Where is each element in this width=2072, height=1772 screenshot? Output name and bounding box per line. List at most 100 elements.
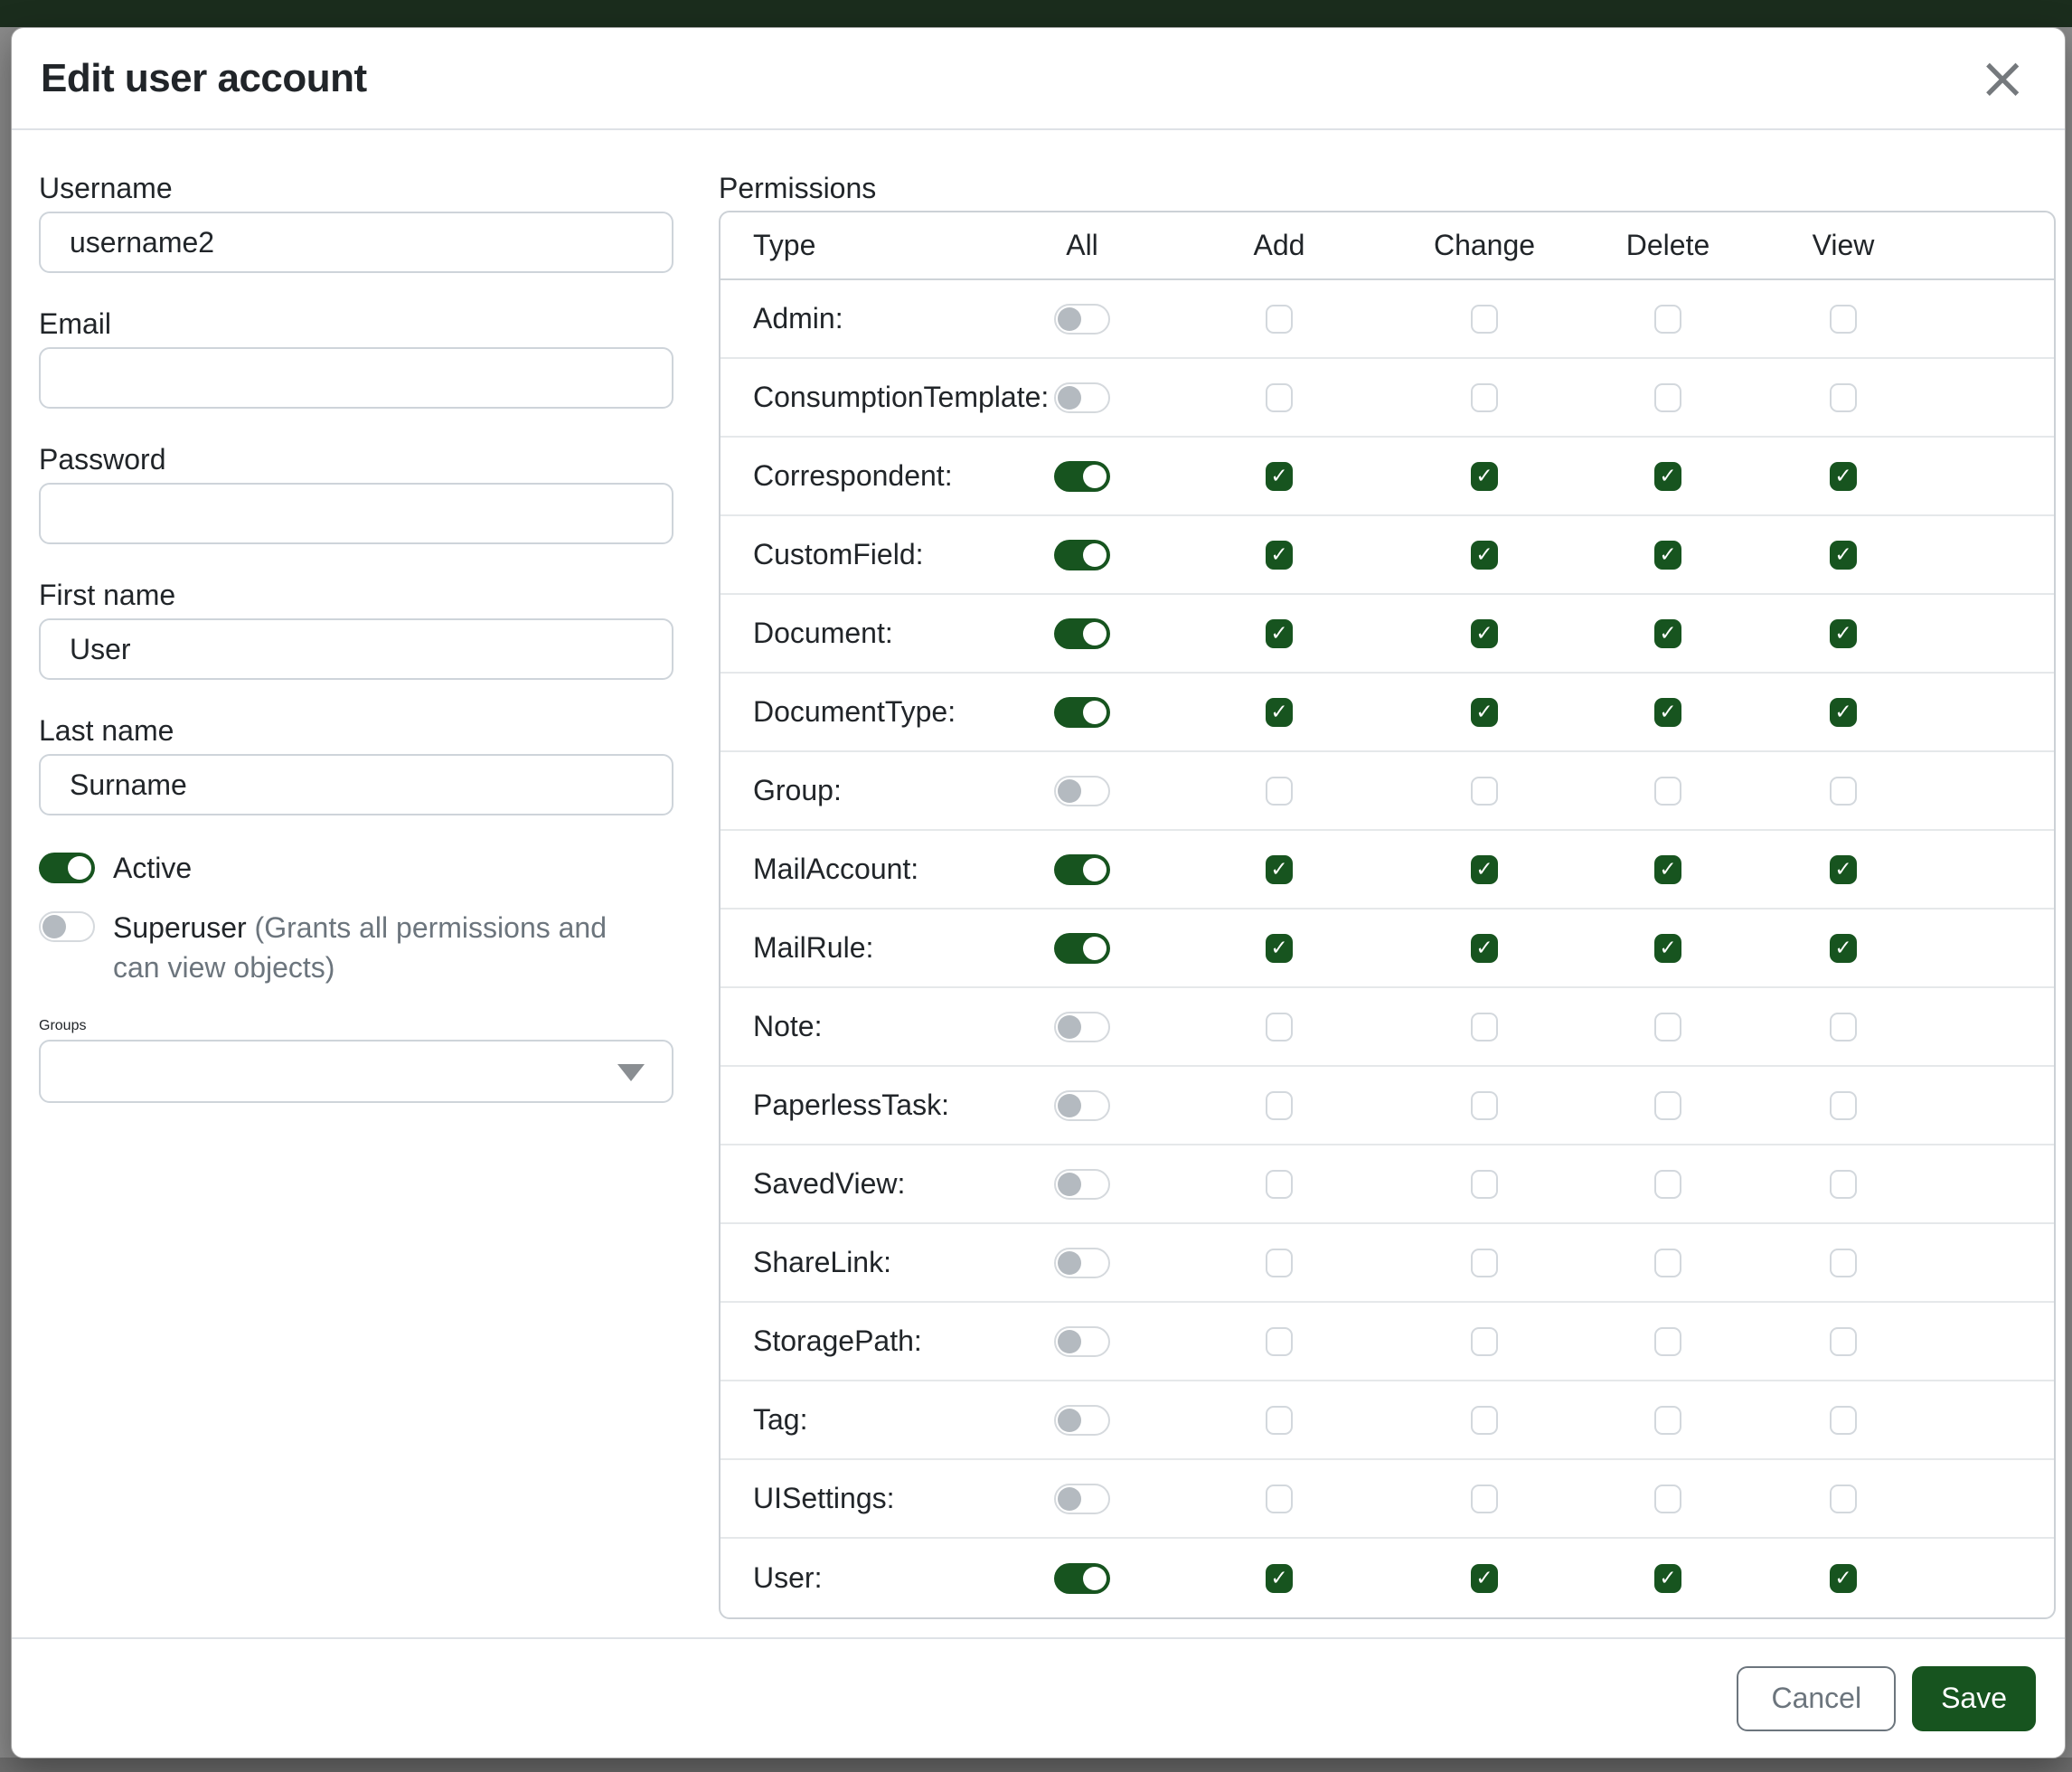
perm-delete-checkbox[interactable] — [1654, 1091, 1681, 1120]
perm-delete-checkbox[interactable] — [1654, 1170, 1681, 1199]
username-input[interactable] — [39, 212, 673, 273]
perm-view-checkbox[interactable] — [1830, 1485, 1857, 1513]
perm-change-checkbox[interactable] — [1471, 1091, 1498, 1120]
perm-change-checkbox[interactable]: ✓ — [1471, 698, 1498, 727]
perm-all-toggle[interactable] — [1054, 1012, 1110, 1042]
perm-delete-checkbox[interactable]: ✓ — [1654, 462, 1681, 491]
perm-view-checkbox[interactable] — [1830, 1249, 1857, 1277]
perm-view-checkbox[interactable]: ✓ — [1830, 541, 1857, 570]
perm-delete-checkbox[interactable] — [1654, 1485, 1681, 1513]
email-input[interactable] — [39, 347, 673, 409]
perm-delete-checkbox[interactable]: ✓ — [1654, 934, 1681, 963]
perm-add-checkbox[interactable] — [1266, 305, 1293, 334]
perm-add-checkbox[interactable] — [1266, 383, 1293, 412]
perm-add-checkbox[interactable]: ✓ — [1266, 541, 1293, 570]
perm-view-checkbox[interactable] — [1830, 1091, 1857, 1120]
perm-view-checkbox[interactable] — [1830, 777, 1857, 806]
perm-delete-checkbox[interactable]: ✓ — [1654, 619, 1681, 648]
perm-add-checkbox[interactable] — [1266, 1327, 1293, 1356]
perm-add-checkbox[interactable] — [1266, 1091, 1293, 1120]
perm-delete-checkbox[interactable]: ✓ — [1654, 1564, 1681, 1593]
perm-add-checkbox[interactable] — [1266, 1170, 1293, 1199]
perm-all-toggle[interactable] — [1054, 304, 1110, 335]
perm-delete-checkbox[interactable] — [1654, 1327, 1681, 1356]
password-input[interactable] — [39, 483, 673, 544]
perm-change-checkbox[interactable]: ✓ — [1471, 934, 1498, 963]
groups-select[interactable] — [39, 1040, 673, 1103]
cancel-button[interactable]: Cancel — [1737, 1666, 1896, 1731]
perm-change-checkbox[interactable] — [1471, 1249, 1498, 1277]
perm-add-checkbox[interactable] — [1266, 1249, 1293, 1277]
password-field-group: Password — [39, 441, 673, 544]
perm-view-checkbox[interactable]: ✓ — [1830, 1564, 1857, 1593]
perm-view-checkbox[interactable] — [1830, 1170, 1857, 1199]
perm-all-toggle[interactable] — [1054, 933, 1110, 964]
perm-all-toggle[interactable] — [1054, 1169, 1110, 1200]
perm-all-toggle[interactable] — [1054, 1484, 1110, 1514]
perm-all-toggle[interactable] — [1054, 854, 1110, 885]
perm-change-checkbox[interactable] — [1471, 1327, 1498, 1356]
perm-all-toggle[interactable] — [1054, 697, 1110, 728]
perm-change-checkbox[interactable]: ✓ — [1471, 855, 1498, 884]
perm-change-checkbox[interactable] — [1471, 305, 1498, 334]
perm-add-checkbox[interactable] — [1266, 777, 1293, 806]
perm-add-checkbox[interactable]: ✓ — [1266, 462, 1293, 491]
close-icon[interactable]: × — [1978, 50, 2027, 108]
perm-all-toggle[interactable] — [1054, 1326, 1110, 1357]
perm-view-checkbox[interactable]: ✓ — [1830, 619, 1857, 648]
perm-all-toggle[interactable] — [1054, 461, 1110, 492]
perm-view-checkbox[interactable] — [1830, 305, 1857, 334]
perm-add-checkbox[interactable]: ✓ — [1266, 698, 1293, 727]
perm-add-checkbox[interactable] — [1266, 1485, 1293, 1513]
active-toggle-row: Active — [39, 848, 673, 888]
perm-delete-checkbox[interactable] — [1654, 777, 1681, 806]
perm-delete-checkbox[interactable]: ✓ — [1654, 698, 1681, 727]
perm-view-checkbox[interactable]: ✓ — [1830, 462, 1857, 491]
perm-view-checkbox[interactable] — [1830, 383, 1857, 412]
perm-all-toggle[interactable] — [1054, 1090, 1110, 1121]
perm-all-toggle[interactable] — [1054, 382, 1110, 413]
perm-all-toggle[interactable] — [1054, 618, 1110, 649]
perm-view-checkbox[interactable] — [1830, 1327, 1857, 1356]
superuser-toggle[interactable] — [39, 911, 95, 942]
perm-change-checkbox[interactable] — [1471, 777, 1498, 806]
perm-change-cell — [1471, 777, 1498, 806]
perm-delete-checkbox[interactable] — [1654, 1249, 1681, 1277]
perm-change-checkbox[interactable]: ✓ — [1471, 1564, 1498, 1593]
perm-change-checkbox[interactable] — [1471, 1406, 1498, 1435]
perm-add-checkbox[interactable]: ✓ — [1266, 934, 1293, 963]
perm-change-checkbox[interactable]: ✓ — [1471, 462, 1498, 491]
perm-all-toggle[interactable] — [1054, 1563, 1110, 1594]
perm-view-checkbox[interactable] — [1830, 1013, 1857, 1042]
perm-delete-checkbox[interactable]: ✓ — [1654, 541, 1681, 570]
perm-delete-checkbox[interactable]: ✓ — [1654, 855, 1681, 884]
perm-add-checkbox[interactable] — [1266, 1406, 1293, 1435]
perm-view-checkbox[interactable]: ✓ — [1830, 855, 1857, 884]
perm-change-checkbox[interactable]: ✓ — [1471, 541, 1498, 570]
perm-delete-checkbox[interactable] — [1654, 1406, 1681, 1435]
perm-change-checkbox[interactable] — [1471, 1170, 1498, 1199]
perm-add-checkbox[interactable]: ✓ — [1266, 619, 1293, 648]
perm-all-toggle[interactable] — [1054, 540, 1110, 570]
perm-all-toggle[interactable] — [1054, 1248, 1110, 1278]
active-toggle[interactable] — [39, 853, 95, 883]
save-button[interactable]: Save — [1912, 1666, 2036, 1731]
perm-delete-checkbox[interactable] — [1654, 305, 1681, 334]
first-name-input[interactable] — [39, 618, 673, 680]
last-name-input[interactable] — [39, 754, 673, 815]
perm-view-checkbox[interactable] — [1830, 1406, 1857, 1435]
perm-add-checkbox[interactable]: ✓ — [1266, 855, 1293, 884]
perm-add-checkbox[interactable]: ✓ — [1266, 1564, 1293, 1593]
perm-change-checkbox[interactable] — [1471, 383, 1498, 412]
perm-delete-checkbox[interactable] — [1654, 383, 1681, 412]
perm-all-toggle[interactable] — [1054, 1405, 1110, 1436]
perm-change-checkbox[interactable] — [1471, 1485, 1498, 1513]
perm-change-checkbox[interactable]: ✓ — [1471, 619, 1498, 648]
perm-all-toggle[interactable] — [1054, 776, 1110, 806]
modal-title: Edit user account — [41, 56, 367, 101]
perm-delete-checkbox[interactable] — [1654, 1013, 1681, 1042]
perm-add-checkbox[interactable] — [1266, 1013, 1293, 1042]
perm-change-checkbox[interactable] — [1471, 1013, 1498, 1042]
perm-view-checkbox[interactable]: ✓ — [1830, 698, 1857, 727]
perm-view-checkbox[interactable]: ✓ — [1830, 934, 1857, 963]
